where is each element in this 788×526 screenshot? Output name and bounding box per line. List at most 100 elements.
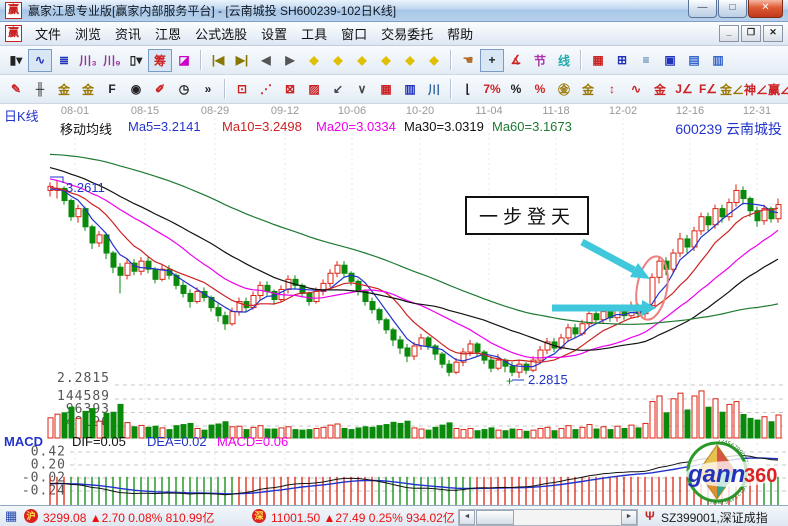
menu-江恩[interactable]: 江恩 [148,22,188,45]
measure-icon[interactable]: ↕ [600,78,624,101]
angle-tool-icon[interactable]: ∡ [504,49,528,72]
current-index-name[interactable]: SZ399001,深证成指 [661,509,768,526]
mdi-close-button[interactable]: ✕ [763,25,783,42]
more-tools-icon[interactable]: » [196,78,220,101]
keyboard-icon[interactable]: ▦ [5,508,17,524]
menu-资讯[interactable]: 资讯 [108,22,148,45]
scrollbar-thumb[interactable] [476,510,514,525]
price-grid-icon[interactable]: ▦ [374,78,398,101]
gold-section-1-icon[interactable]: 金 [52,78,76,101]
candle [188,293,193,301]
multi-screen-icon[interactable]: ▤ [682,49,706,72]
volume-bar [419,429,424,438]
maximize-button[interactable]: □ [718,0,747,18]
time-grid-icon[interactable]: ▥ [398,78,422,101]
volume-profile-icon[interactable]: ◪ [172,49,196,72]
angle-shen-icon[interactable]: 神∠ [744,78,768,101]
candle [405,348,410,356]
memo-icon[interactable]: ≡ [634,49,658,72]
mdi-restore-button[interactable]: ❐ [741,25,761,42]
crosshair-icon[interactable]: + [480,49,504,72]
menu-帮助[interactable]: 帮助 [440,22,480,45]
volume-bar [335,424,340,438]
save-icon[interactable]: ▣ [658,49,682,72]
gann-arrow-right-icon[interactable]: ◆ [326,49,350,72]
node-tool-icon[interactable]: 节 [528,49,552,72]
angle-f-icon[interactable]: F∠ [696,78,720,101]
volume-bar [510,429,515,438]
grid-tool-icon[interactable]: ╫ [28,78,52,101]
menu-文件[interactable]: 文件 [28,22,68,45]
percent-lines-icon[interactable]: % [528,78,552,101]
time-cycle-icon[interactable]: ◷ [172,78,196,101]
calculator-icon[interactable]: ⊞ [610,49,634,72]
horizontal-scrollbar[interactable]: ◄ ► [458,509,638,526]
gold-line-icon[interactable]: 金 [576,78,600,101]
range-box-icon[interactable]: ⊡ [230,78,254,101]
period-tab[interactable]: 日K线 [4,106,39,125]
gold-section-2-icon[interactable]: 金 [76,78,100,101]
price-scale-label: 2.2815 [57,371,110,386]
fib-tool-icon[interactable]: F [100,78,124,101]
gann-cycle-icon[interactable]: ◆ [422,49,446,72]
percent-icon[interactable]: % [504,78,528,101]
spiral-tool-icon[interactable]: ◉ [124,78,148,101]
ma-3-icon[interactable]: 川₃ [76,49,100,72]
scroll-right-arrow[interactable]: ► [621,510,637,525]
calendar-icon[interactable]: ▦ [586,49,610,72]
app-window: 赢 赢家江恩专业版[赢家内部服务平台] - [云南城投 SH600239-102… [0,0,788,526]
prev-page-icon[interactable]: ◀ [254,49,278,72]
mdi-minimize-button[interactable]: _ [719,25,739,42]
export-icon[interactable]: ▥ [706,49,730,72]
fan-box-icon[interactable]: ⊠ [278,78,302,101]
menu-窗口[interactable]: 窗口 [334,22,374,45]
minimize-button[interactable]: — [688,0,717,18]
chip-distribution-icon[interactable]: 筹 [148,49,172,72]
zigzag-icon[interactable]: ∨ [350,78,374,101]
next-page-icon[interactable]: ▶ [278,49,302,72]
pen-tool-icon[interactable]: ✎ [4,78,28,101]
gold-circle-icon[interactable]: ㊎ [552,78,576,101]
percent-7-icon[interactable]: 7% [480,78,504,101]
overlay-curve-icon[interactable]: ∿ [28,49,52,72]
scroll-left-arrow[interactable]: ◄ [459,510,475,525]
last-page-icon[interactable]: ▶| [230,49,254,72]
gold-box-icon[interactable]: 金 [648,78,672,101]
gann-fan-icon[interactable]: ⋰ [254,78,278,101]
angle-gold-icon[interactable]: 金∠ [720,78,744,101]
volume-bar [671,399,676,438]
shade-box-icon[interactable]: ▨ [302,78,326,101]
angle-ying-icon[interactable]: 赢∠ [768,78,788,101]
info-note-icon[interactable]: ≣ [52,49,76,72]
menu-交易委托[interactable]: 交易委托 [374,22,440,45]
pan-hand-icon[interactable]: ☚ [456,49,480,72]
trend-line-icon[interactable]: ↙ [326,78,350,101]
gann-cross-icon[interactable]: ◆ [398,49,422,72]
candle [377,310,382,320]
macd-pane-label: MACD [4,434,43,449]
wave-icon[interactable]: ∿ [624,78,648,101]
angle-j-icon[interactable]: J∠ [672,78,696,101]
gann-arrow-both-icon[interactable]: ◆ [350,49,374,72]
volume-bar [636,428,641,438]
line-tool-icon[interactable]: 线 [552,49,576,72]
ma-9-icon[interactable]: 川₉ [100,49,124,72]
menu-设置[interactable]: 设置 [254,22,294,45]
candle [440,354,445,364]
volume-bar [594,429,599,438]
close-button[interactable]: ✕ [748,0,783,18]
menu-浏览[interactable]: 浏览 [68,22,108,45]
gann-burst-icon[interactable]: ◆ [374,49,398,72]
menu-公式选股[interactable]: 公式选股 [188,22,254,45]
period-selector-icon[interactable]: ▮▾ [4,49,28,72]
ladder-icon[interactable]: ⌊ [456,78,480,101]
shanghai-index-quote[interactable]: 3299.08 ▲2.70 0.08% 810.99亿 [43,509,214,526]
candle-type-icon[interactable]: ▯▾ [124,49,148,72]
channel-icon[interactable]: 川 [422,78,446,101]
mark-tool-icon[interactable]: ✐ [148,78,172,101]
first-page-icon[interactable]: |◀ [206,49,230,72]
shenzhen-index-quote[interactable]: 11001.50 ▲27.49 0.25% 934.02亿 [271,509,455,526]
menu-工具[interactable]: 工具 [294,22,334,45]
candle [349,273,354,281]
gann-arrow-left-icon[interactable]: ◆ [302,49,326,72]
